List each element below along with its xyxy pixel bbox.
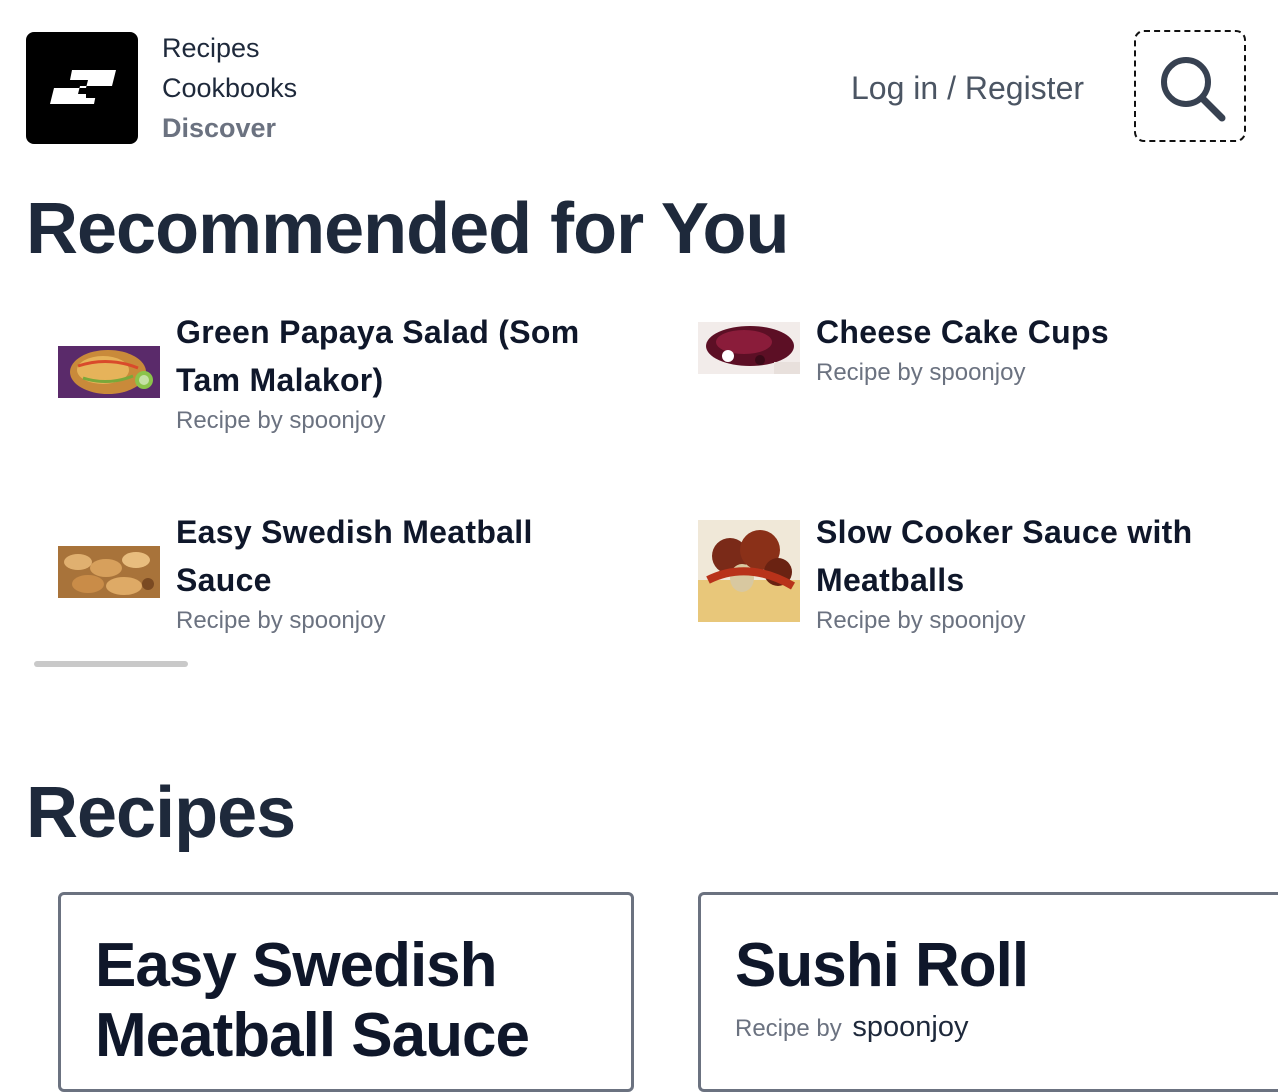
logo-mark-icon	[50, 70, 116, 104]
nav-recipes[interactable]: Recipes	[162, 28, 297, 68]
nav-cookbooks[interactable]: Cookbooks	[162, 68, 297, 108]
card-byline: Recipe by spoonjoy	[735, 1011, 969, 1044]
recipe-thumbnail	[698, 520, 800, 622]
recipe-name[interactable]: Slow Cooker Sauce with Meatballs	[816, 508, 1266, 604]
recipe-name[interactable]: Cheese Cake Cups	[816, 308, 1266, 356]
recipes-title: Recipes	[26, 773, 296, 853]
recipe-text: Easy Swedish Meatball Sauce Recipe by sp…	[176, 508, 626, 637]
search-icon	[1161, 57, 1226, 122]
recipe-thumbnail	[58, 546, 160, 598]
recipe-text: Cheese Cake Cups Recipe by spoonjoy	[816, 308, 1266, 389]
search-button[interactable]	[1134, 30, 1246, 142]
horizontal-scrollbar[interactable]	[34, 661, 188, 667]
recipe-thumbnail	[698, 322, 800, 374]
card-title: Easy Swedish Meatball Sauce	[95, 931, 530, 1070]
site-header: Recipes Cookbooks Discover Log in / Regi…	[0, 0, 1278, 170]
recipe-name[interactable]: Easy Swedish Meatball Sauce	[176, 508, 626, 604]
recipe-byline: Recipe by spoonjoy	[176, 607, 386, 634]
recipe-text: Slow Cooker Sauce with Meatballs Recipe …	[816, 508, 1266, 637]
recommended-title: Recommended for You	[26, 189, 789, 269]
card-by-label: Recipe by	[735, 1015, 842, 1042]
recipe-card[interactable]: Easy Swedish Meatball Sauce	[58, 892, 634, 1092]
card-title: Sushi Roll	[735, 931, 1029, 1000]
spoonjoy-logo[interactable]	[26, 32, 138, 144]
nav-discover[interactable]: Discover	[162, 108, 297, 148]
recipe-name[interactable]: Green Papaya Salad (Som Tam Malakor)	[176, 308, 626, 404]
main-nav: Recipes Cookbooks Discover	[162, 28, 297, 148]
recipe-card[interactable]: Sushi Roll Recipe by spoonjoy	[698, 892, 1278, 1092]
recipe-text: Green Papaya Salad (Som Tam Malakor) Rec…	[176, 308, 626, 437]
recipe-thumbnail	[58, 346, 160, 398]
card-author[interactable]: spoonjoy	[852, 1011, 968, 1043]
recipe-byline: Recipe by spoonjoy	[816, 607, 1026, 634]
recipe-byline: Recipe by spoonjoy	[816, 359, 1026, 386]
login-register-link[interactable]: Log in / Register	[851, 68, 1084, 108]
recipe-byline: Recipe by spoonjoy	[176, 407, 386, 434]
